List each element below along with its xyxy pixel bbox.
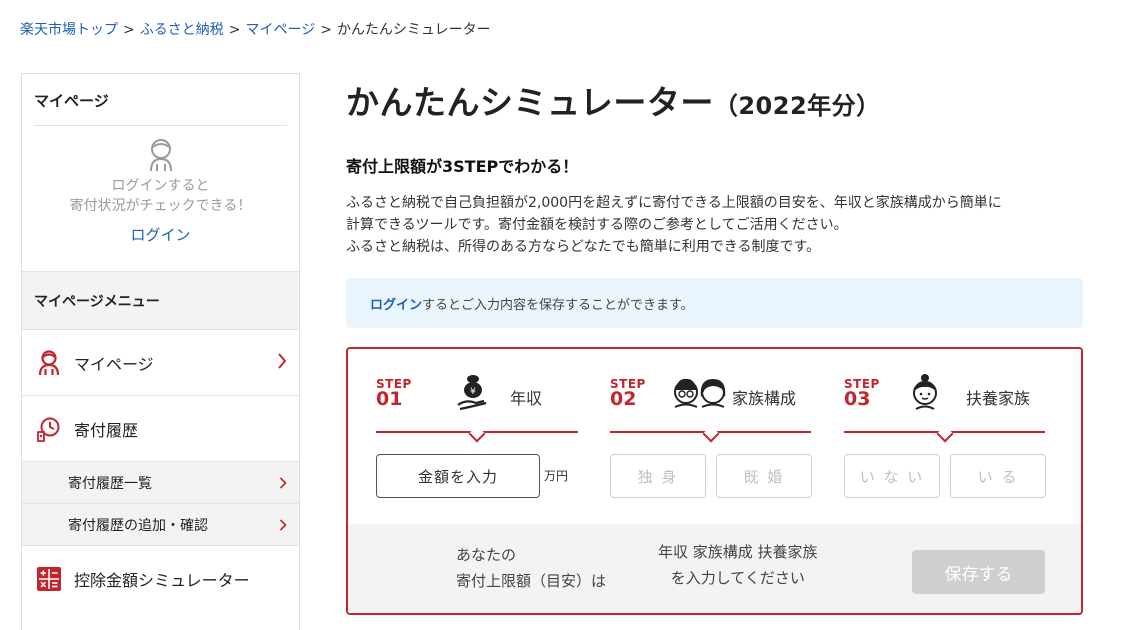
notice-login-link[interactable]: ログイン [370, 294, 422, 313]
breadcrumb-link-mypage[interactable]: マイページ [245, 22, 315, 38]
description-line: 計算できるツールです。寄付金額を検討する際のご参考としてご活用ください。 [346, 217, 848, 233]
step-notch [936, 425, 954, 443]
step-number: 01 [376, 388, 403, 410]
calculator-icon [34, 564, 64, 594]
sidebar-item-mypage[interactable]: マイページ [22, 329, 299, 395]
step-1: STEP 01 ¥ 年収 [376, 373, 578, 443]
breadcrumb-link-furusato[interactable]: ふるさと納税 [140, 22, 224, 38]
simulator-panel: STEP 01 ¥ 年収 STEP 02 家族構成 STEP 03 扶養家族 金… [346, 347, 1083, 615]
step-notch [702, 425, 720, 443]
login-notice: ログイン するとご入力内容を保存することができます。 [346, 278, 1083, 328]
step-2-label: STEP 02 [610, 378, 646, 409]
step-number: 03 [844, 388, 871, 410]
save-button[interactable]: 保存する [912, 550, 1045, 594]
breadcrumb-separator: > [123, 22, 135, 38]
page-title-year: （2022年分） [713, 92, 881, 120]
income-amount-button[interactable]: 金額を入力 [376, 454, 540, 498]
step-notch [468, 425, 486, 443]
breadcrumb-current: かんたんシミュレーター [336, 22, 491, 38]
sidebar-item-label: マイページ [74, 354, 154, 374]
chevron-right-icon [279, 476, 287, 493]
description-line: ふるさと納税で自己負担額が2,000円を超えずに寄付できる上限額の目安を、年収と… [346, 195, 1002, 211]
step-2: STEP 02 家族構成 [610, 373, 811, 443]
sidebar-title: マイページ [34, 92, 109, 110]
has-dependents-button[interactable]: い る [950, 454, 1046, 498]
result-prompt: 年収 家族構成 扶養家族 を入力してください [658, 539, 818, 591]
avatar-icon [34, 126, 287, 172]
breadcrumb-link-rakuten-top[interactable]: 楽天市場トップ [20, 22, 118, 38]
person-icon [34, 348, 64, 378]
step-name: 家族構成 [732, 389, 797, 408]
money-bag-icon: ¥ [456, 373, 490, 417]
married-button[interactable]: 既 婚 [716, 454, 812, 498]
sidebar-item-label: 寄付履歴 [74, 420, 139, 440]
result-label-line-1: あなたの [456, 546, 517, 564]
login-prompt-line-1: ログインすると [111, 178, 210, 194]
chevron-right-icon [279, 518, 287, 535]
result-area: あなたの 寄付上限額（目安）は 年収 家族構成 扶養家族 を入力してください 保… [348, 524, 1081, 613]
breadcrumb-separator: > [320, 22, 332, 38]
single-button[interactable]: 独 身 [610, 454, 706, 498]
description: ふるさと納税で自己負担額が2,000円を超えずに寄付できる上限額の目安を、年収と… [346, 192, 1086, 258]
step-number: 02 [610, 388, 637, 410]
sidebar-item-deduction-simulator[interactable]: 控除金額シミュレーター [22, 545, 299, 611]
breadcrumb: 楽天市場トップ > ふるさと納税 > マイページ > かんたんシミュレーター [20, 19, 491, 39]
result-label: あなたの 寄付上限額（目安）は [456, 542, 606, 594]
result-label-line-2: 寄付上限額（目安）は [456, 572, 607, 590]
result-prompt-line-2: を入力してください [670, 569, 805, 587]
donation-history-icon [34, 414, 64, 444]
step-3-label: STEP 03 [844, 378, 880, 409]
step-3: STEP 03 扶養家族 [844, 373, 1045, 443]
breadcrumb-separator: > [228, 22, 241, 38]
login-prompt-line-2: 寄付状況がチェックできる！ [69, 198, 252, 214]
section-subheading: 寄付上限額が3STEPでわかる！ [346, 157, 579, 176]
sidebar-login-link[interactable]: ログイン [130, 224, 190, 245]
sidebar-menu-heading: マイページメニュー [22, 271, 299, 329]
page-title: かんたんシミュレーター（2022年分） [346, 76, 881, 124]
sidebar-subitem-label: 寄付履歴の追加・確認 [68, 517, 208, 534]
notice-text: するとご入力内容を保存することができます。 [422, 297, 694, 313]
couple-icon [670, 373, 730, 417]
step-1-label: STEP 01 [376, 378, 412, 409]
sidebar: マイページ ログインすると 寄付状況がチェックできる！ ログイン マイページメニ… [21, 73, 300, 630]
step-name: 扶養家族 [966, 389, 1031, 408]
sidebar-login-panel: ログインすると 寄付状況がチェックできる！ ログイン [34, 125, 287, 271]
sidebar-item-donation-history[interactable]: 寄付履歴 [22, 395, 299, 461]
login-prompt: ログインすると 寄付状況がチェックできる！ [34, 176, 287, 216]
chevron-right-icon [277, 352, 287, 373]
result-prompt-line-1: 年収 家族構成 扶養家族 [658, 543, 818, 561]
description-line: ふるさと納税は、所得のある方ならどなたでも簡単に利用できる制度です。 [346, 239, 821, 255]
income-unit: 万円 [544, 469, 569, 483]
sidebar-item-label: 控除金額シミュレーター [74, 570, 250, 590]
no-dependents-button[interactable]: い な い [844, 454, 940, 498]
step-name: 年収 [510, 389, 543, 408]
svg-text:¥: ¥ [470, 387, 476, 397]
child-icon [910, 373, 940, 417]
page-title-text: かんたんシミュレーター [346, 83, 714, 122]
sidebar-subitem-label: 寄付履歴一覧 [68, 475, 152, 492]
sidebar-subitem-history-list[interactable]: 寄付履歴一覧 [22, 461, 299, 503]
sidebar-subitem-history-add[interactable]: 寄付履歴の追加・確認 [22, 503, 299, 545]
